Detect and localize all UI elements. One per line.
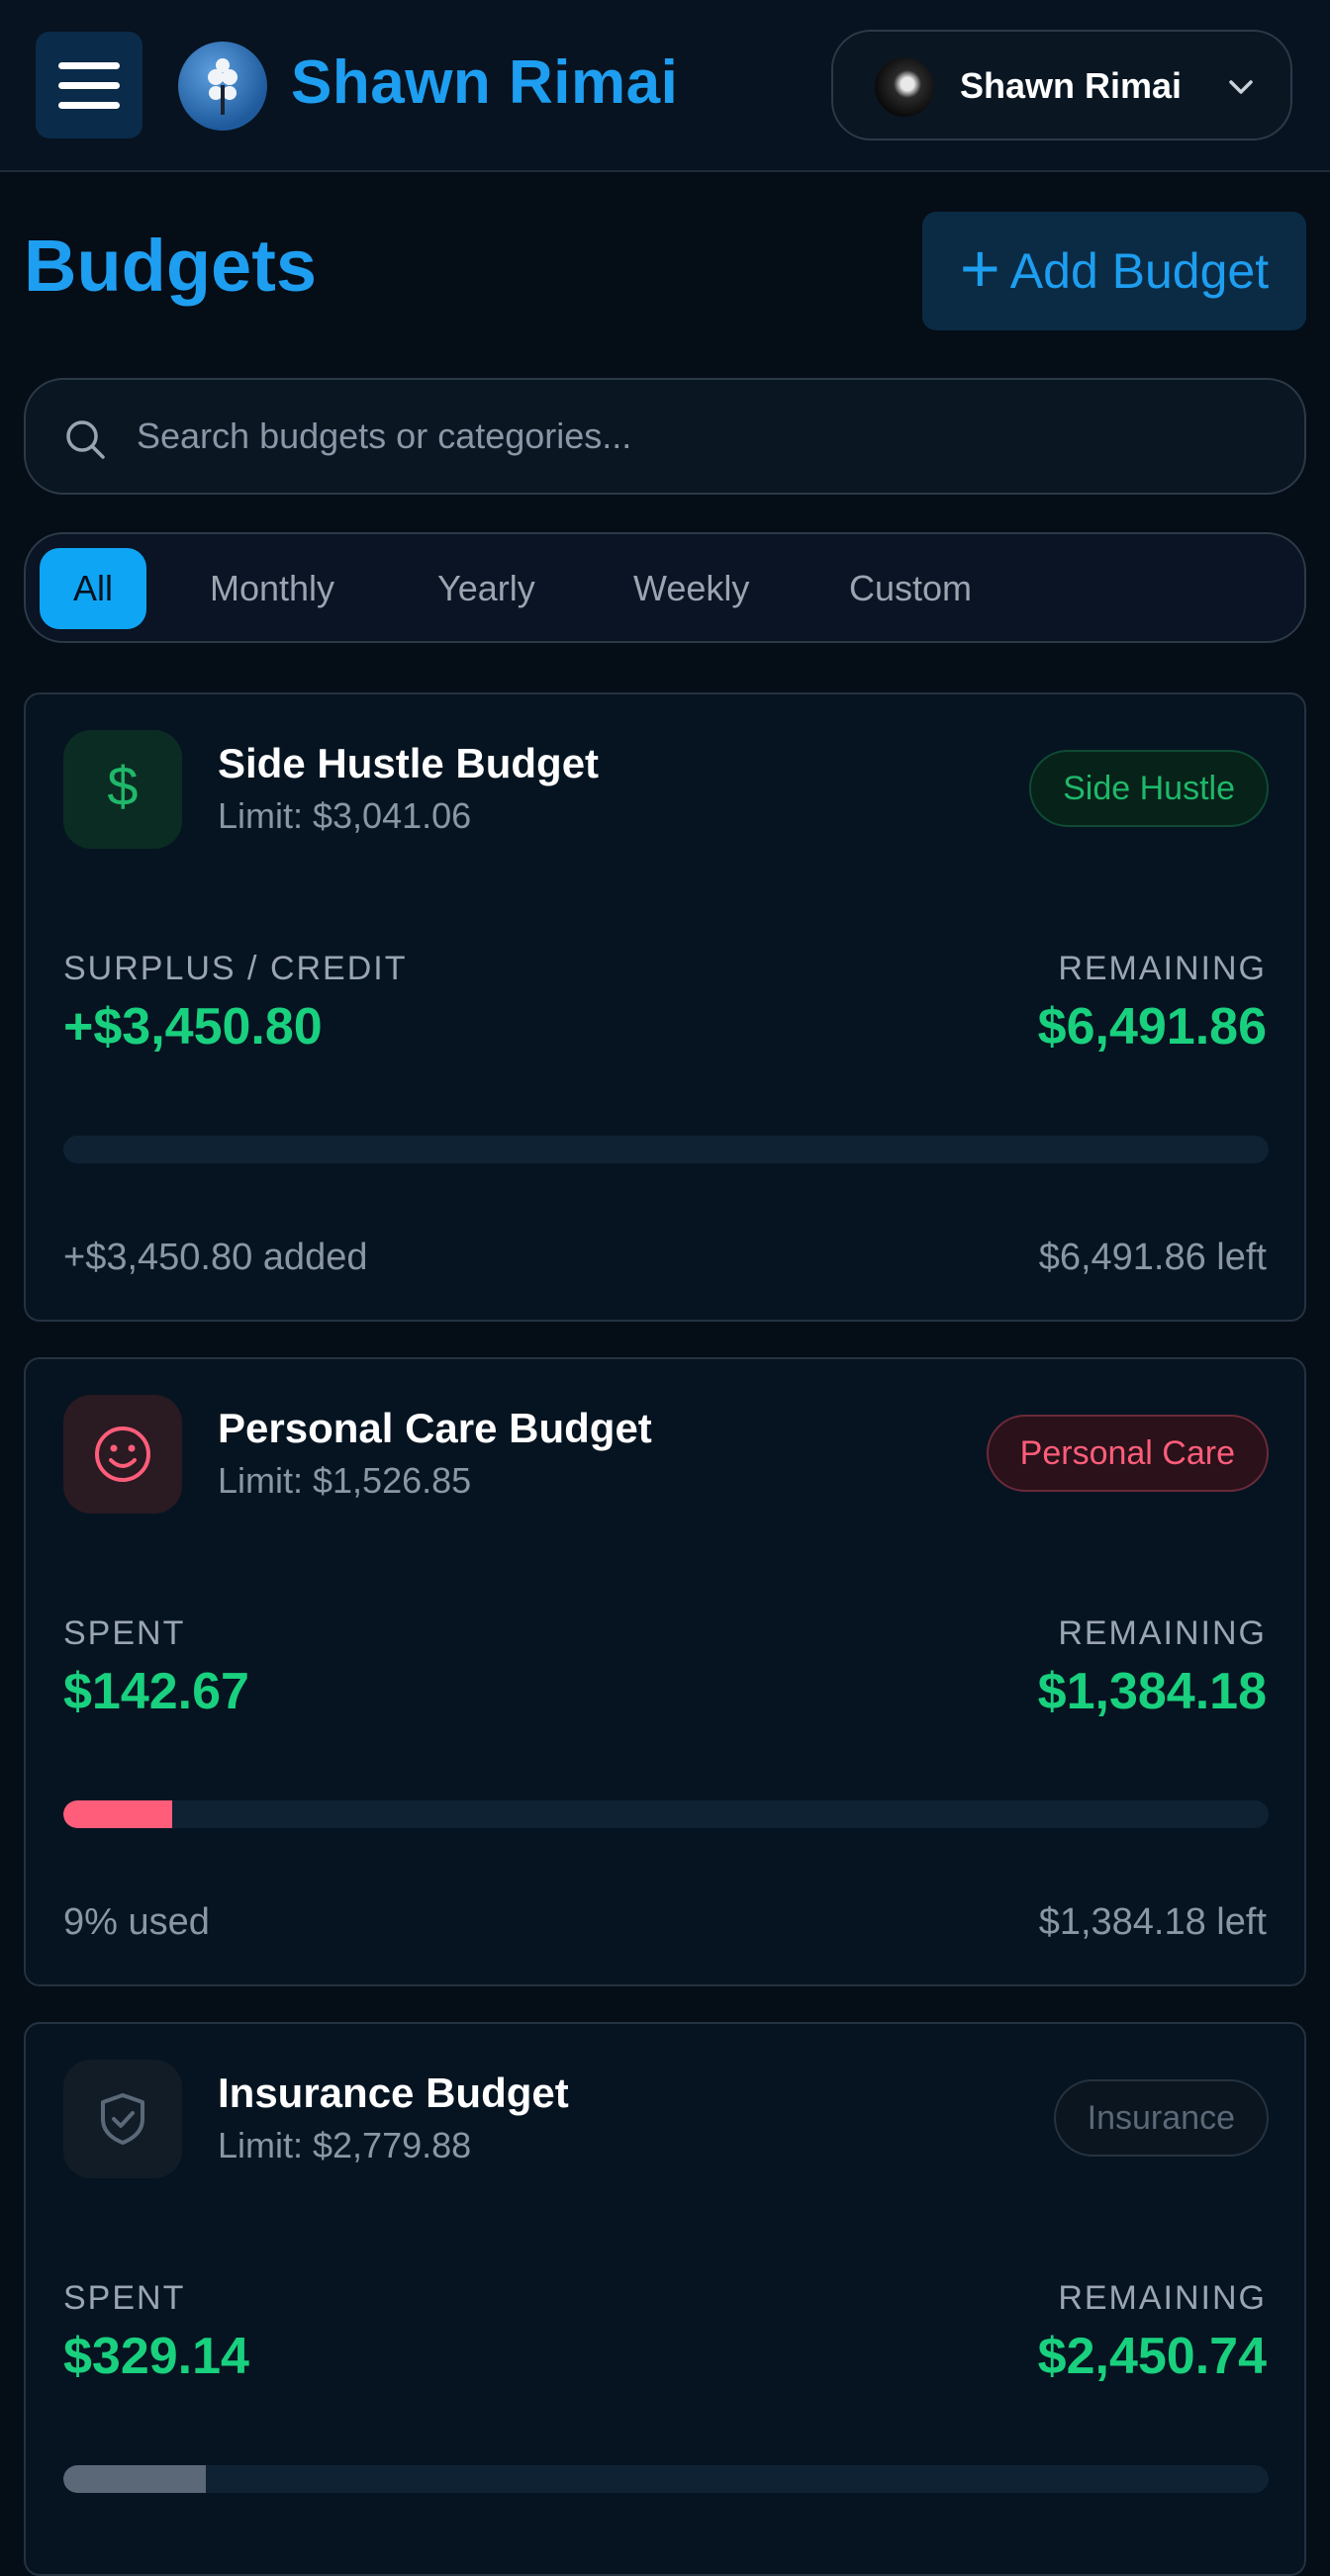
surplus-label: SURPLUS / CREDIT bbox=[63, 950, 408, 987]
remaining-value: $2,450.74 bbox=[1037, 2328, 1267, 2385]
app-header: Shawn Rimai Shawn Rimai bbox=[0, 0, 1330, 172]
budget-limit: Limit: $1,526.85 bbox=[218, 1460, 472, 1501]
search-placeholder: Search budgets or categories... bbox=[137, 415, 632, 456]
spent-value: $142.67 bbox=[63, 1663, 249, 1720]
remaining-label: REMAINING bbox=[1058, 1614, 1267, 1652]
budget-card[interactable]: Personal Care Budget Limit: $1,526.85 Pe… bbox=[24, 1357, 1306, 1986]
user-avatar bbox=[875, 57, 934, 117]
surplus-value: +$3,450.80 bbox=[63, 998, 323, 1056]
budget-card[interactable]: Insurance Budget Limit: $2,779.88 Insura… bbox=[24, 2022, 1306, 2576]
progress-fill bbox=[63, 2465, 206, 2493]
period-filter-tabs: All Monthly Yearly Weekly Custom bbox=[24, 532, 1306, 643]
search-input[interactable]: Search budgets or categories... bbox=[24, 378, 1306, 495]
category-badge: Side Hustle bbox=[1029, 750, 1269, 827]
remaining-value: $1,384.18 bbox=[1037, 1663, 1267, 1720]
budget-limit: Limit: $3,041.06 bbox=[218, 795, 472, 836]
tab-all[interactable]: All bbox=[40, 548, 147, 629]
remaining-label: REMAINING bbox=[1058, 950, 1267, 987]
budget-title: Personal Care Budget bbox=[218, 1405, 652, 1451]
tab-weekly[interactable]: Weekly bbox=[633, 548, 749, 629]
budget-limit: Limit: $2,779.88 bbox=[218, 2125, 472, 2165]
added-text: +$3,450.80 added bbox=[63, 1237, 368, 1278]
user-name: Shawn Rimai bbox=[960, 65, 1183, 106]
category-badge: Insurance bbox=[1053, 2079, 1269, 2157]
hamburger-menu-button[interactable] bbox=[36, 32, 142, 138]
brand-logo bbox=[178, 42, 267, 131]
chevron-down-icon bbox=[1229, 80, 1253, 94]
progress-fill bbox=[63, 1800, 172, 1828]
budget-progress-bar bbox=[63, 1800, 1269, 1828]
page-title: Budgets bbox=[24, 225, 317, 307]
add-budget-label: Add Budget bbox=[1009, 243, 1270, 299]
left-text: $1,384.18 left bbox=[1038, 1901, 1267, 1943]
remaining-value: $6,491.86 bbox=[1037, 998, 1267, 1056]
used-percent-text: 9% used bbox=[63, 1901, 210, 1943]
remaining-label: REMAINING bbox=[1058, 2279, 1267, 2317]
brand-name: Shawn Rimai bbox=[291, 48, 679, 117]
search-icon bbox=[66, 420, 105, 459]
spent-value: $329.14 bbox=[63, 2328, 249, 2385]
dollar-icon: $ bbox=[63, 730, 182, 849]
budget-progress-bar bbox=[63, 2465, 1269, 2493]
menu-line bbox=[58, 101, 120, 109]
category-badge: Personal Care bbox=[986, 1415, 1269, 1492]
budget-card[interactable]: $ Side Hustle Budget Limit: $3,041.06 Si… bbox=[24, 692, 1306, 1322]
menu-line bbox=[58, 61, 120, 69]
menu-line bbox=[58, 81, 120, 89]
svg-text:$: $ bbox=[107, 760, 138, 817]
budget-progress-bar bbox=[63, 1136, 1269, 1163]
tab-custom[interactable]: Custom bbox=[849, 548, 972, 629]
budget-title: Insurance Budget bbox=[218, 2070, 569, 2116]
shield-check-icon bbox=[63, 2060, 182, 2178]
spent-label: SPENT bbox=[63, 2279, 186, 2317]
left-text: $6,491.86 left bbox=[1038, 1237, 1267, 1278]
user-menu[interactable]: Shawn Rimai bbox=[831, 30, 1292, 140]
tab-monthly[interactable]: Monthly bbox=[210, 548, 334, 629]
smiley-icon bbox=[63, 1395, 182, 1514]
plus-icon: + bbox=[959, 230, 1000, 307]
tab-yearly[interactable]: Yearly bbox=[437, 548, 535, 629]
add-budget-button[interactable]: + Add Budget bbox=[922, 212, 1306, 330]
spent-label: SPENT bbox=[63, 1614, 186, 1652]
budget-title: Side Hustle Budget bbox=[218, 740, 600, 786]
